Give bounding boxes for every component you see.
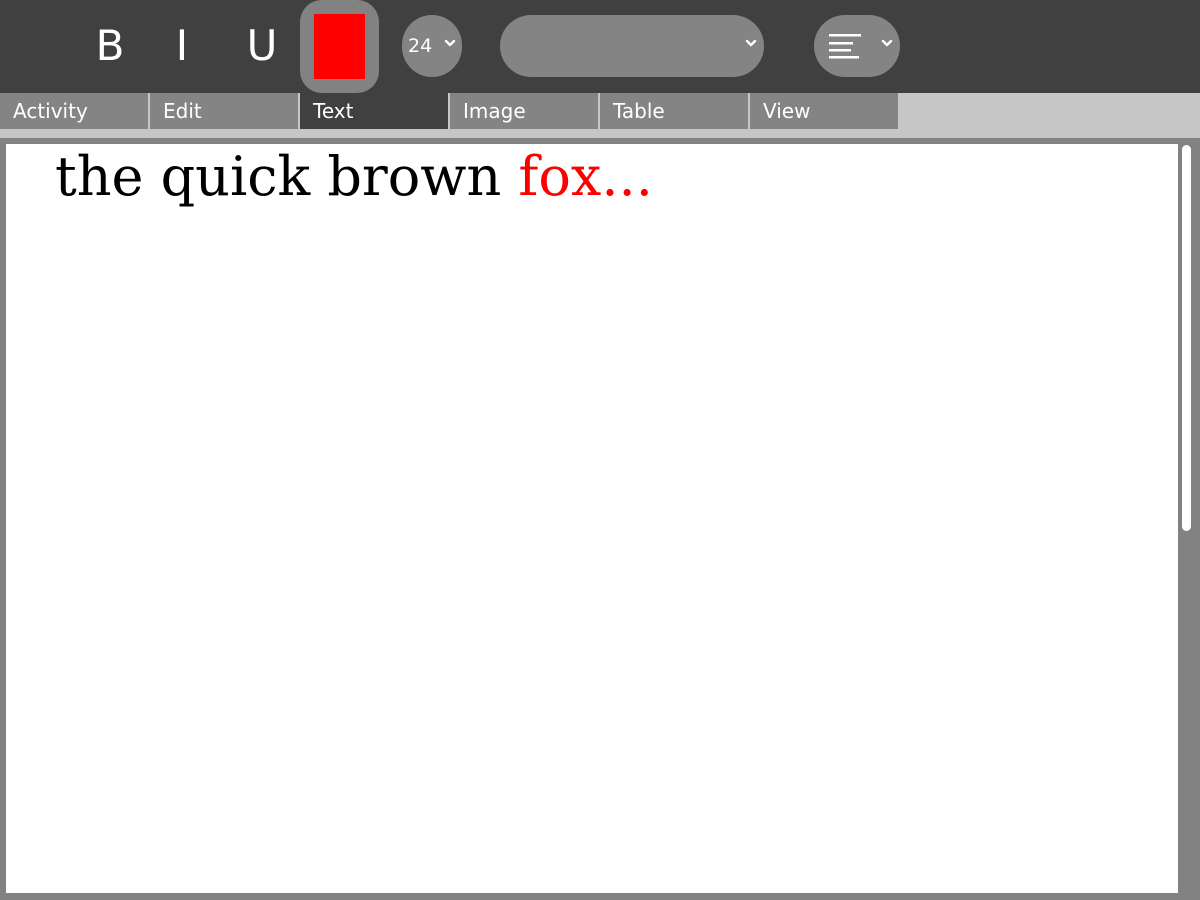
font-size-value: 24 <box>408 35 433 57</box>
document-canvas[interactable]: the quick brown fox... <box>6 144 1178 893</box>
chevron-down-icon <box>745 39 757 47</box>
font-family-combo[interactable] <box>500 15 764 77</box>
underline-label: U <box>246 21 278 70</box>
italic-button[interactable]: I <box>152 15 212 77</box>
format-toolbar: B I U 24 <box>0 0 1200 93</box>
tab-bar: Activity Edit Text Image Table View <box>0 93 1200 138</box>
text-color-button[interactable] <box>300 0 379 93</box>
alignment-combo[interactable] <box>814 15 900 77</box>
chevron-down-icon <box>881 39 893 47</box>
font-size-combo[interactable]: 24 <box>402 15 462 77</box>
tab-edit[interactable]: Edit <box>150 93 298 129</box>
bold-label: B <box>95 21 125 70</box>
underline-button[interactable]: U <box>232 15 292 77</box>
italic-label: I <box>175 21 189 70</box>
document-text[interactable]: the quick brown fox... <box>55 146 653 208</box>
tab-view[interactable]: View <box>750 93 898 129</box>
bold-button[interactable]: B <box>80 15 140 77</box>
text-color-swatch <box>314 14 365 79</box>
vertical-scrollbar-thumb[interactable] <box>1182 145 1191 531</box>
tab-image[interactable]: Image <box>450 93 598 129</box>
document-text-plain: the quick brown <box>55 145 519 208</box>
tab-table[interactable]: Table <box>600 93 748 129</box>
document-text-colored: fox... <box>518 145 653 208</box>
tab-activity[interactable]: Activity <box>0 93 148 129</box>
tab-text[interactable]: Text <box>300 93 448 129</box>
chevron-down-icon <box>444 39 456 47</box>
align-left-icon <box>829 34 861 59</box>
